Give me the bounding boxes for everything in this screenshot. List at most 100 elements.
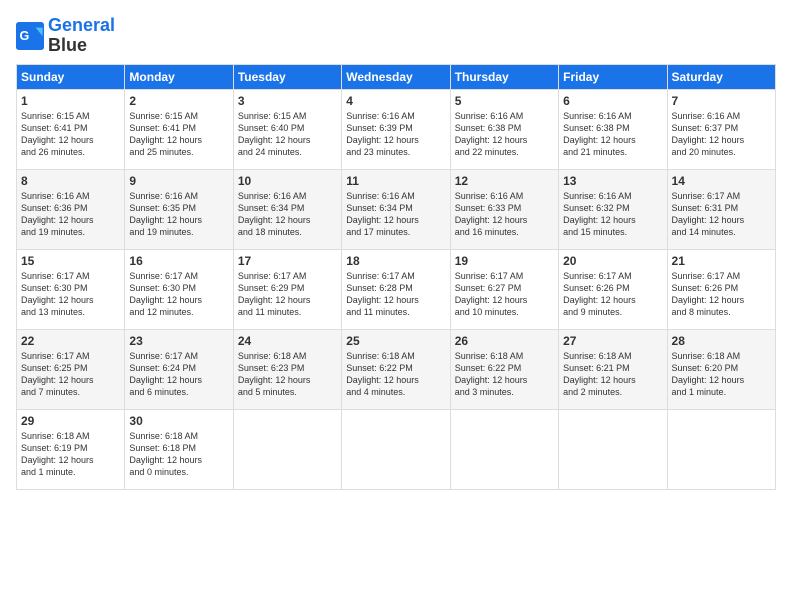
sunset-label: Sunset: 6:39 PM <box>346 123 413 133</box>
sunrise-label: Sunrise: 6:16 AM <box>455 191 524 201</box>
calendar-cell: 25 Sunrise: 6:18 AM Sunset: 6:22 PM Dayl… <box>342 329 450 409</box>
daylight-label: Daylight: 12 hours <box>346 215 419 225</box>
day-info: Sunrise: 6:16 AM Sunset: 6:32 PM Dayligh… <box>563 190 662 239</box>
sunset-label: Sunset: 6:19 PM <box>21 443 88 453</box>
column-header-thursday: Thursday <box>450 64 558 89</box>
day-number: 7 <box>672 94 771 108</box>
calendar-cell <box>450 409 558 489</box>
sunrise-label: Sunrise: 6:18 AM <box>455 351 524 361</box>
day-number: 11 <box>346 174 445 188</box>
calendar-cell: 24 Sunrise: 6:18 AM Sunset: 6:23 PM Dayl… <box>233 329 341 409</box>
sunrise-label: Sunrise: 6:18 AM <box>563 351 632 361</box>
daylight-minutes: and 7 minutes. <box>21 387 80 397</box>
sunset-label: Sunset: 6:29 PM <box>238 283 305 293</box>
daylight-minutes: and 6 minutes. <box>129 387 188 397</box>
daylight-minutes: and 0 minutes. <box>129 467 188 477</box>
sunset-label: Sunset: 6:33 PM <box>455 203 522 213</box>
daylight-label: Daylight: 12 hours <box>672 295 745 305</box>
day-info: Sunrise: 6:15 AM Sunset: 6:41 PM Dayligh… <box>129 110 228 159</box>
calendar-cell: 5 Sunrise: 6:16 AM Sunset: 6:38 PM Dayli… <box>450 89 558 169</box>
calendar-table: SundayMondayTuesdayWednesdayThursdayFrid… <box>16 64 776 490</box>
sunset-label: Sunset: 6:37 PM <box>672 123 739 133</box>
sunset-label: Sunset: 6:22 PM <box>455 363 522 373</box>
sunset-label: Sunset: 6:40 PM <box>238 123 305 133</box>
sunset-label: Sunset: 6:22 PM <box>346 363 413 373</box>
sunrise-label: Sunrise: 6:17 AM <box>21 271 90 281</box>
sunset-label: Sunset: 6:23 PM <box>238 363 305 373</box>
day-number: 16 <box>129 254 228 268</box>
calendar-cell: 17 Sunrise: 6:17 AM Sunset: 6:29 PM Dayl… <box>233 249 341 329</box>
daylight-minutes: and 1 minute. <box>672 387 727 397</box>
daylight-minutes: and 16 minutes. <box>455 227 519 237</box>
day-info: Sunrise: 6:16 AM Sunset: 6:34 PM Dayligh… <box>238 190 337 239</box>
daylight-minutes: and 1 minute. <box>21 467 76 477</box>
sunrise-label: Sunrise: 6:16 AM <box>21 191 90 201</box>
calendar-cell: 22 Sunrise: 6:17 AM Sunset: 6:25 PM Dayl… <box>17 329 125 409</box>
daylight-minutes: and 4 minutes. <box>346 387 405 397</box>
daylight-minutes: and 3 minutes. <box>455 387 514 397</box>
day-info: Sunrise: 6:18 AM Sunset: 6:21 PM Dayligh… <box>563 350 662 399</box>
calendar-cell: 20 Sunrise: 6:17 AM Sunset: 6:26 PM Dayl… <box>559 249 667 329</box>
day-number: 10 <box>238 174 337 188</box>
sunrise-label: Sunrise: 6:17 AM <box>129 351 198 361</box>
sunrise-label: Sunrise: 6:16 AM <box>346 111 415 121</box>
day-number: 6 <box>563 94 662 108</box>
day-number: 21 <box>672 254 771 268</box>
calendar-cell: 21 Sunrise: 6:17 AM Sunset: 6:26 PM Dayl… <box>667 249 775 329</box>
sunset-label: Sunset: 6:25 PM <box>21 363 88 373</box>
day-number: 4 <box>346 94 445 108</box>
sunset-label: Sunset: 6:26 PM <box>563 283 630 293</box>
sunrise-label: Sunrise: 6:15 AM <box>21 111 90 121</box>
day-info: Sunrise: 6:17 AM Sunset: 6:30 PM Dayligh… <box>21 270 120 319</box>
daylight-minutes: and 10 minutes. <box>455 307 519 317</box>
sunset-label: Sunset: 6:36 PM <box>21 203 88 213</box>
sunrise-label: Sunrise: 6:17 AM <box>563 271 632 281</box>
daylight-label: Daylight: 12 hours <box>346 375 419 385</box>
daylight-minutes: and 13 minutes. <box>21 307 85 317</box>
calendar-cell: 7 Sunrise: 6:16 AM Sunset: 6:37 PM Dayli… <box>667 89 775 169</box>
daylight-label: Daylight: 12 hours <box>672 135 745 145</box>
day-number: 2 <box>129 94 228 108</box>
day-info: Sunrise: 6:17 AM Sunset: 6:26 PM Dayligh… <box>563 270 662 319</box>
day-number: 22 <box>21 334 120 348</box>
day-info: Sunrise: 6:18 AM Sunset: 6:23 PM Dayligh… <box>238 350 337 399</box>
sunset-label: Sunset: 6:20 PM <box>672 363 739 373</box>
day-info: Sunrise: 6:17 AM Sunset: 6:30 PM Dayligh… <box>129 270 228 319</box>
sunrise-label: Sunrise: 6:16 AM <box>238 191 307 201</box>
daylight-minutes: and 26 minutes. <box>21 147 85 157</box>
daylight-minutes: and 15 minutes. <box>563 227 627 237</box>
daylight-minutes: and 14 minutes. <box>672 227 736 237</box>
daylight-label: Daylight: 12 hours <box>238 215 311 225</box>
daylight-label: Daylight: 12 hours <box>21 135 94 145</box>
sunset-label: Sunset: 6:32 PM <box>563 203 630 213</box>
day-info: Sunrise: 6:16 AM Sunset: 6:35 PM Dayligh… <box>129 190 228 239</box>
daylight-minutes: and 22 minutes. <box>455 147 519 157</box>
day-info: Sunrise: 6:17 AM Sunset: 6:25 PM Dayligh… <box>21 350 120 399</box>
daylight-label: Daylight: 12 hours <box>346 135 419 145</box>
sunrise-label: Sunrise: 6:18 AM <box>672 351 741 361</box>
day-number: 28 <box>672 334 771 348</box>
sunrise-label: Sunrise: 6:18 AM <box>238 351 307 361</box>
day-number: 17 <box>238 254 337 268</box>
column-header-saturday: Saturday <box>667 64 775 89</box>
day-info: Sunrise: 6:17 AM Sunset: 6:28 PM Dayligh… <box>346 270 445 319</box>
calendar-cell: 28 Sunrise: 6:18 AM Sunset: 6:20 PM Dayl… <box>667 329 775 409</box>
day-number: 29 <box>21 414 120 428</box>
day-info: Sunrise: 6:15 AM Sunset: 6:41 PM Dayligh… <box>21 110 120 159</box>
calendar-cell: 26 Sunrise: 6:18 AM Sunset: 6:22 PM Dayl… <box>450 329 558 409</box>
calendar-cell: 16 Sunrise: 6:17 AM Sunset: 6:30 PM Dayl… <box>125 249 233 329</box>
day-number: 9 <box>129 174 228 188</box>
day-number: 3 <box>238 94 337 108</box>
sunrise-label: Sunrise: 6:16 AM <box>672 111 741 121</box>
sunrise-label: Sunrise: 6:15 AM <box>129 111 198 121</box>
day-number: 27 <box>563 334 662 348</box>
calendar-cell: 14 Sunrise: 6:17 AM Sunset: 6:31 PM Dayl… <box>667 169 775 249</box>
daylight-minutes: and 19 minutes. <box>129 227 193 237</box>
sunset-label: Sunset: 6:18 PM <box>129 443 196 453</box>
day-info: Sunrise: 6:17 AM Sunset: 6:24 PM Dayligh… <box>129 350 228 399</box>
calendar-cell: 27 Sunrise: 6:18 AM Sunset: 6:21 PM Dayl… <box>559 329 667 409</box>
sunrise-label: Sunrise: 6:17 AM <box>346 271 415 281</box>
day-info: Sunrise: 6:18 AM Sunset: 6:20 PM Dayligh… <box>672 350 771 399</box>
daylight-minutes: and 18 minutes. <box>238 227 302 237</box>
calendar-week-1: 1 Sunrise: 6:15 AM Sunset: 6:41 PM Dayli… <box>17 89 776 169</box>
